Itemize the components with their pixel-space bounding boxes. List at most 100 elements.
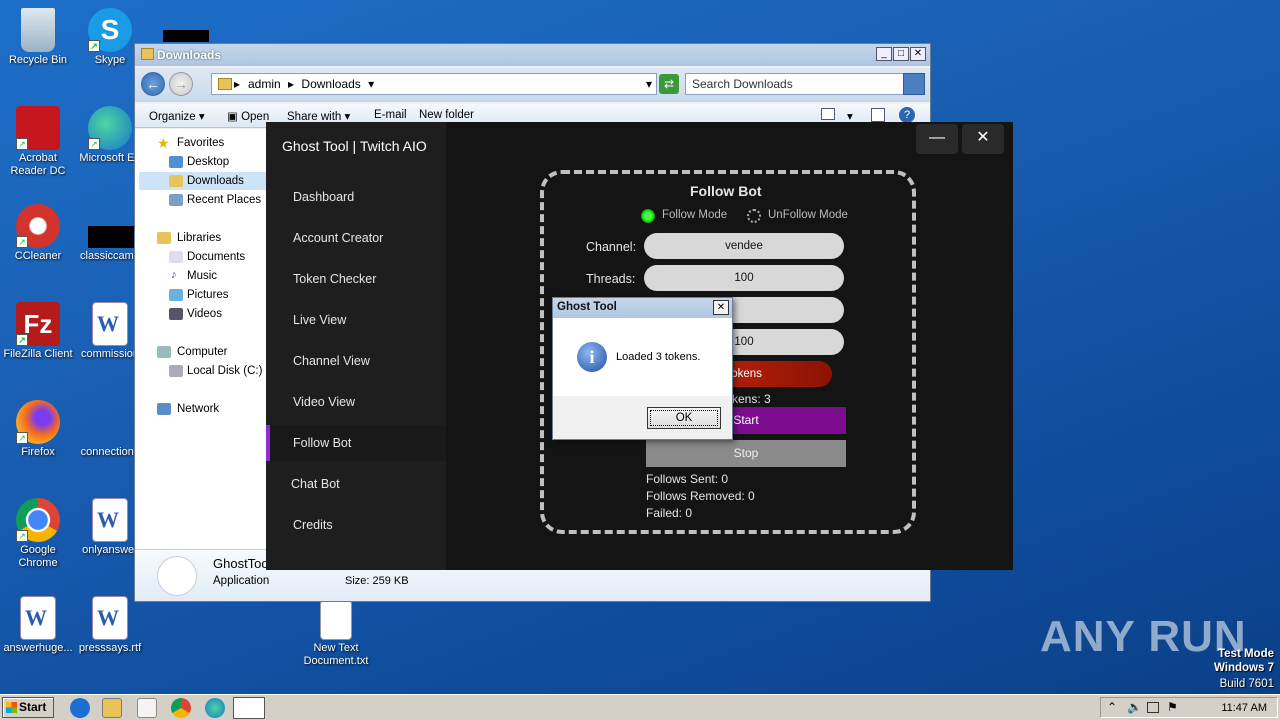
ghost-tool-taskbar-button[interactable] [233,697,265,719]
show-hidden-icons-icon[interactable]: ⌃ [1107,700,1117,714]
desktop-icon-label: classiccame [80,250,140,262]
desktop-icon-answerhuge[interactable]: answerhuge... [0,596,76,655]
desktop-icon-label: Acrobat Reader DC [10,152,66,177]
follow-mode-label[interactable]: Follow Mode [662,209,727,221]
computer-icon [157,346,171,358]
panel-heading: Follow Bot [690,183,762,199]
threads-label: Threads: [586,272,636,286]
dialog-titlebar[interactable]: Ghost Tool ✕ [553,298,732,318]
preview-pane-icon[interactable] [871,108,885,122]
nav-network[interactable]: Network [177,403,219,415]
email-button[interactable]: E-mail [374,109,407,121]
nav-credits[interactable]: Credits [266,507,446,543]
nav-channel-view[interactable]: Channel View [266,343,446,379]
desktop-icon-filezilla[interactable]: Fz ↗ FileZilla Client [0,302,76,361]
new-folder-button[interactable]: New folder [419,109,474,121]
desktop-icon-acrobat[interactable]: ↗ Acrobat Reader DC [0,106,76,178]
nav-libraries[interactable]: Libraries [177,232,221,244]
app-minimize-button[interactable]: — [916,124,958,154]
breadcrumb-downloads[interactable]: Downloads [301,77,360,91]
organize-button[interactable]: Organize ▾ [149,109,205,123]
navigation-pane: ★ Favorites Desktop Downloads Recent Pla… [135,129,267,549]
unfollow-mode-label[interactable]: UnFollow Mode [768,209,848,221]
star-icon: ★ [157,135,170,151]
desktop-icon-firefox[interactable]: ↗ Firefox [0,400,76,459]
refresh-icon[interactable]: ⇄ [659,74,679,94]
internet-explorer-icon[interactable] [70,698,90,718]
nav-downloads[interactable]: Downloads [187,175,244,187]
nav-chat-bot[interactable]: Chat Bot [266,466,446,502]
nav-desktop[interactable]: Desktop [187,156,229,168]
folder-icon [141,48,154,60]
nav-local-disk[interactable]: Local Disk (C:) [187,365,262,377]
search-placeholder: Search Downloads [692,77,793,91]
clock[interactable]: 11:47 AM [1221,702,1267,714]
desktop-icon-new-text-document[interactable]: New Text Document.txt [298,600,374,668]
breadcrumb-admin[interactable]: admin [248,77,281,91]
nav-documents[interactable]: Documents [187,251,245,263]
back-button[interactable]: ← [141,72,165,96]
ok-button[interactable]: OK [647,407,721,429]
desktop-icon-ccleaner[interactable]: ↗ CCleaner [0,204,76,263]
nav-pictures[interactable]: Pictures [187,289,229,301]
maximize-button[interactable]: □ [893,47,909,61]
open-icon: ▣ [227,111,238,123]
ccleaner-icon: ↗ [16,204,60,248]
desktop-icon-chrome[interactable]: ↗ Google Chrome [0,498,76,570]
follow-mode-radio[interactable] [641,209,655,223]
desktop-icon-presssays[interactable]: presssays.rtf [72,596,148,655]
view-options-icon[interactable] [821,108,835,120]
explorer-titlebar[interactable]: Downloads _ □ ✕ [135,44,930,66]
nav-favorites[interactable]: Favorites [177,137,224,149]
network-tray-icon[interactable] [1147,702,1159,713]
threads-input[interactable]: 100 [644,265,844,291]
share-with-button[interactable]: Share with ▾ [287,109,350,123]
desktop-icon-label: Firefox [21,446,55,458]
media-player-icon[interactable] [137,698,157,718]
chevron-down-icon[interactable]: ▾ [847,109,853,123]
nav-video-view[interactable]: Video View [266,384,446,420]
chrome-taskbar-icon[interactable] [171,698,191,718]
nav-token-checker[interactable]: Token Checker [266,261,446,297]
message-dialog: Ghost Tool ✕ i Loaded 3 tokens. OK [552,297,733,440]
start-button[interactable]: Start [2,697,54,718]
nav-recent-places[interactable]: Recent Places [187,194,261,206]
edge-taskbar-icon[interactable] [205,698,225,718]
unfollow-mode-radio[interactable] [747,209,761,223]
desktop-icon-recycle-bin[interactable]: Recycle Bin [0,8,76,67]
stop-button[interactable]: Stop [646,440,846,467]
nav-live-view[interactable]: Live View [266,302,446,338]
nav-videos[interactable]: Videos [187,308,222,320]
desktop-icon-label: Google Chrome [18,544,58,569]
search-icon[interactable] [903,73,925,95]
close-button[interactable]: ✕ [910,47,926,61]
open-label: Open [241,111,270,123]
nav-dashboard[interactable]: Dashboard [266,179,446,215]
build-label: Build 7601 [1219,678,1274,690]
open-button[interactable]: ▣ Open [227,109,269,123]
desktop-icon [169,156,183,168]
details-type: Application [213,575,270,587]
chevron-down-icon[interactable]: ▾ [646,74,652,94]
nav-music[interactable]: Music [187,270,217,282]
organize-label: Organize [149,111,196,123]
volume-icon[interactable]: 🔈 [1127,700,1142,714]
dialog-close-button[interactable]: ✕ [713,300,729,315]
desktop-icon-label: connectionc [80,446,140,458]
channel-input[interactable]: vendee [644,233,844,259]
address-bar[interactable]: ▸ admin ▸ Downloads ▾ ▾ [211,73,657,95]
nav-account-creator[interactable]: Account Creator [266,220,446,256]
address-row: ← → ▸ admin ▸ Downloads ▾ ▾ ⇄ Search Dow… [135,68,930,102]
details-size: Size: 259 KB [345,575,409,587]
forward-button[interactable]: → [169,72,193,96]
minimize-button[interactable]: _ [876,47,892,61]
search-input[interactable]: Search Downloads [685,73,925,95]
nav-computer[interactable]: Computer [177,346,228,358]
nav-follow-bot[interactable]: Follow Bot [266,425,446,461]
pictures-icon [169,289,183,301]
help-icon[interactable]: ? [899,107,915,123]
explorer-taskbar-icon[interactable] [102,698,122,718]
app-close-button[interactable]: ✕ [962,124,1004,154]
anyrun-watermark: ANY RUN [1040,612,1247,661]
flag-icon[interactable]: ⚑ [1167,700,1178,714]
